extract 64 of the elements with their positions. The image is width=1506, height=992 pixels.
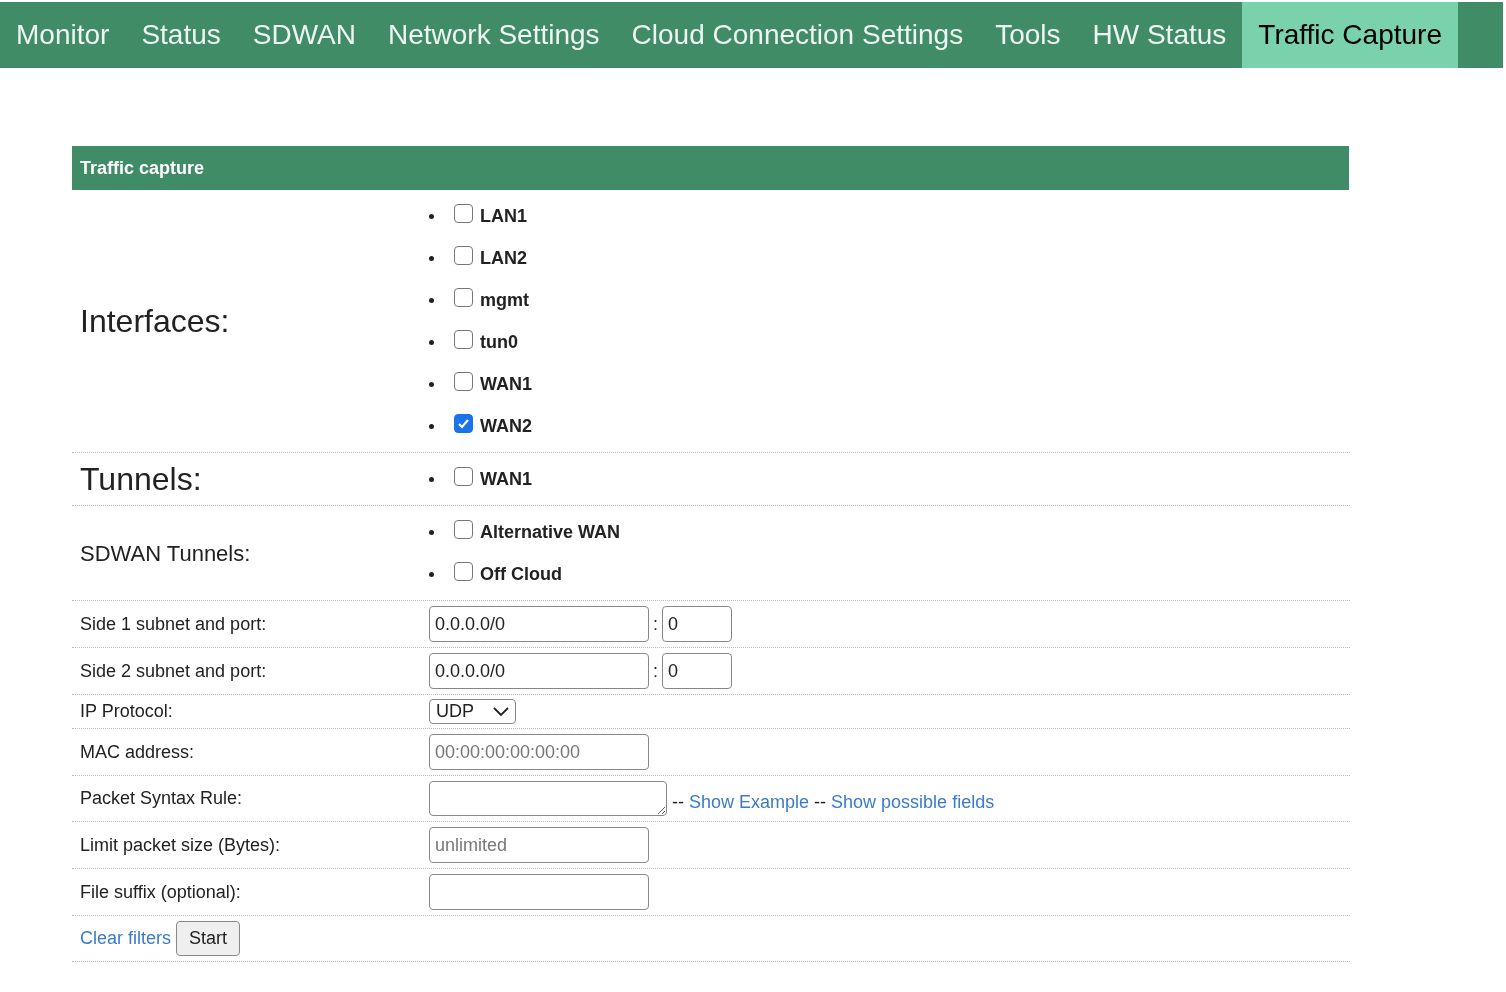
rule-textarea[interactable] [429,781,667,816]
checkbox[interactable] [454,287,473,307]
group-label: Interfaces: [80,302,230,341]
checkbox[interactable] [454,561,473,581]
panel-title: Traffic capture [80,156,205,180]
field-label: File suffix (optional): [80,880,241,904]
checkbox[interactable] [454,245,473,265]
checkbox[interactable] [454,466,473,486]
dash-separator: -- [814,791,827,814]
field-label: IP Protocol: [80,700,173,723]
field-label: Side 1 subnet and port: [80,612,267,636]
protocol-select[interactable]: UDP [429,699,516,724]
bullet-icon [429,476,434,482]
checkbox-label: Off Cloud [480,562,562,586]
group-label: SDWAN Tunnels: [80,539,251,568]
checkbox-label: tun0 [480,330,518,354]
nav-tab[interactable]: Cloud Connection Settings [615,2,980,68]
bullet-icon [429,529,434,535]
bullet-icon [429,423,434,429]
nav-tab[interactable]: SDWAN [236,2,372,68]
subnet-field[interactable]: 0.0.0.0/0 [429,653,649,689]
nav-tab[interactable]: Status [125,2,237,68]
text-field[interactable]: unlimited [429,827,649,863]
checkbox-label: WAN1 [480,372,532,396]
field-label: Side 2 subnet and port: [80,659,267,683]
start-button[interactable]: Start [176,921,241,956]
help-link[interactable]: Show possible fields [831,789,995,816]
checkbox[interactable] [454,371,473,391]
checkbox-label: LAN1 [480,204,527,228]
checkbox[interactable] [454,519,473,539]
port-field[interactable]: 0 [662,653,732,689]
dash-separator: -- [672,791,684,814]
chevron-down-icon [493,706,509,717]
bullet-icon [429,255,434,261]
text-field[interactable]: 00:00:00:00:00:00 [429,734,649,770]
checkbox-label: LAN2 [480,246,527,270]
bullet-icon [429,571,434,577]
help-link[interactable]: Show Example [689,789,810,816]
nav-tab[interactable]: Tools [979,2,1077,68]
nav-tab[interactable]: Traffic Capture [1242,2,1458,68]
subnet-field[interactable]: 0.0.0.0/0 [429,606,649,642]
checkbox[interactable] [454,413,473,433]
field-label: MAC address: [80,740,195,764]
bullet-icon [429,297,434,303]
checkbox-label: mgmt [480,288,529,312]
port-field[interactable]: 0 [662,606,732,642]
nav-tab[interactable]: HW Status [1076,2,1243,68]
separator: : [652,612,659,636]
separator: : [652,659,659,683]
checkbox[interactable] [454,329,473,349]
bullet-icon [429,213,434,219]
checkbox-label: WAN2 [480,414,532,438]
checkbox-label: Alternative WAN [480,520,621,544]
checkbox-label: WAN1 [480,467,532,491]
nav-tab[interactable]: Network Settings [371,2,616,68]
bullet-icon [429,381,434,387]
clear-filters-link[interactable]: Clear filters [80,925,172,952]
field-label: Limit packet size (Bytes): [80,833,281,857]
checkbox[interactable] [454,203,473,223]
field-label: Packet Syntax Rule: [80,787,243,810]
bullet-icon [429,339,434,345]
text-field[interactable] [429,874,649,910]
nav-tab[interactable]: Monitor [0,2,126,68]
group-label: Tunnels: [80,460,202,499]
